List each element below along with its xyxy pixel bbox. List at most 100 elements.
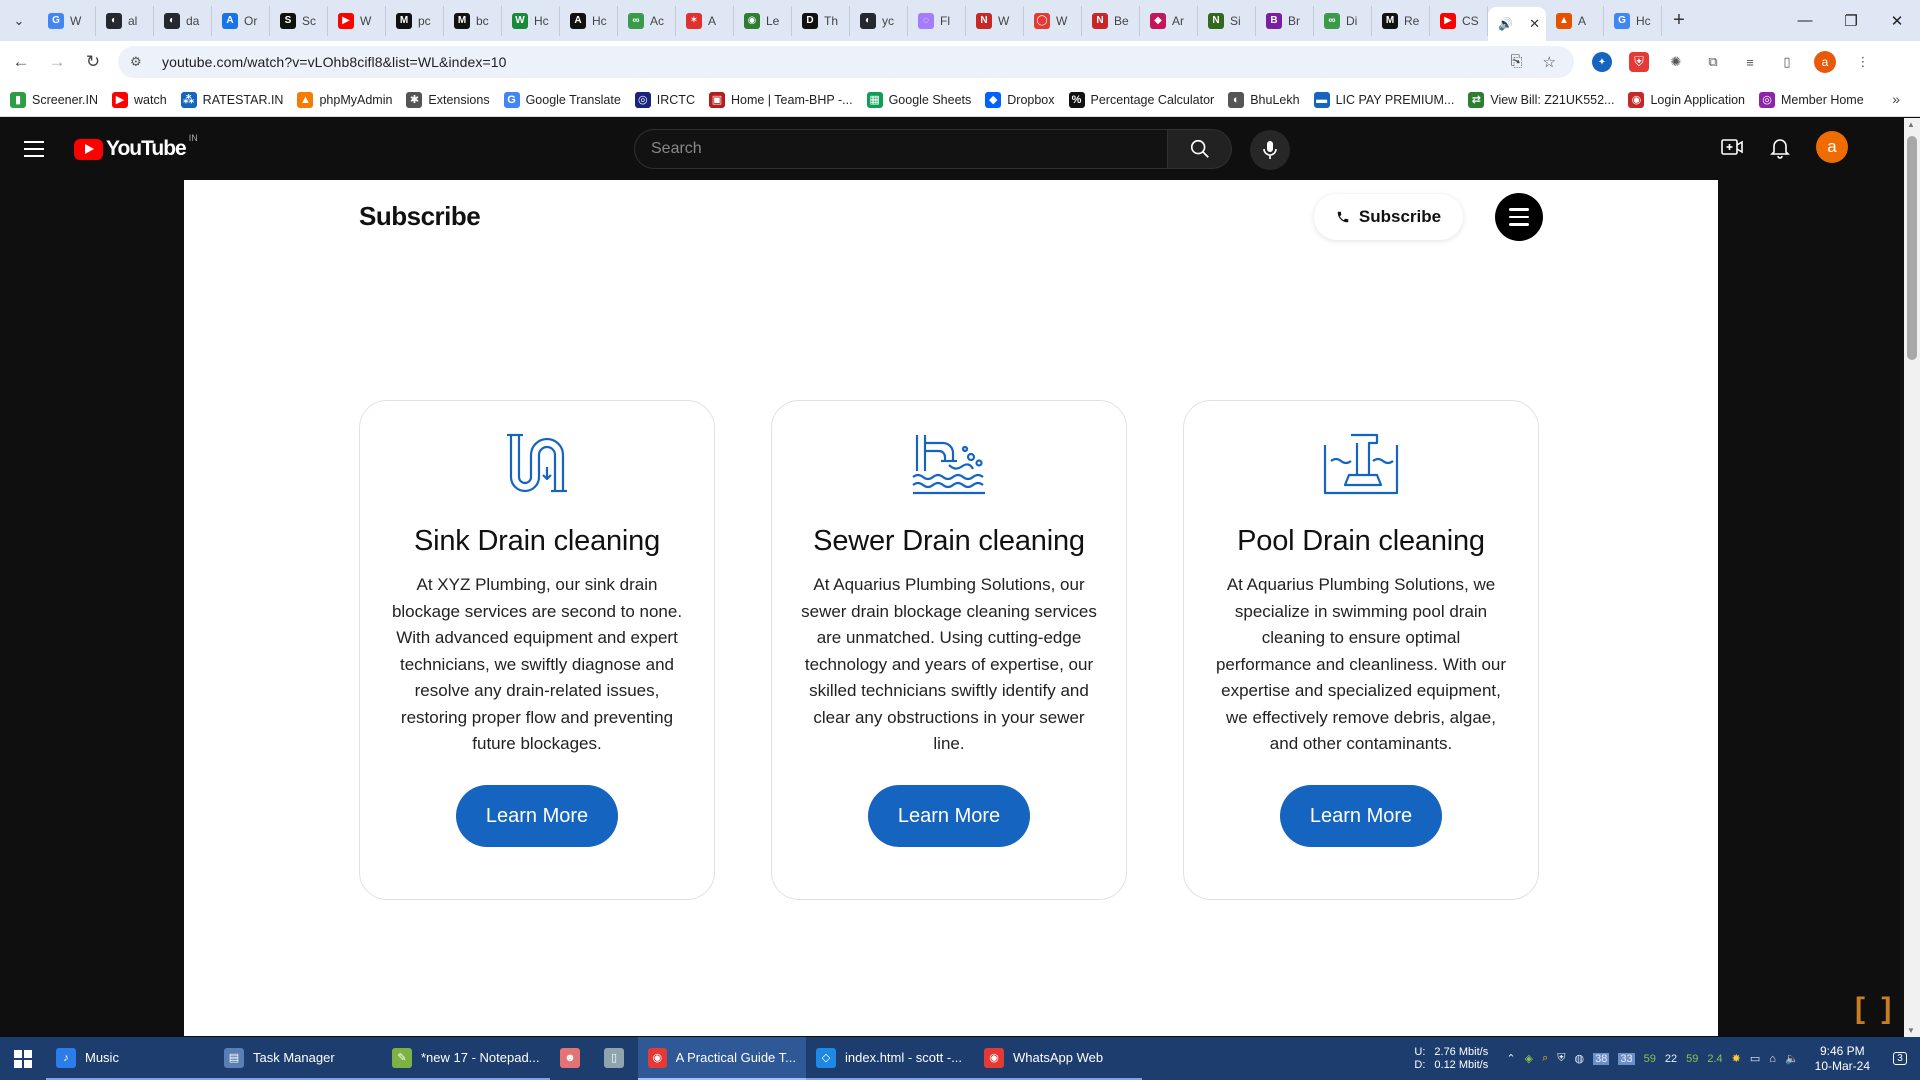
address-bar[interactable]: ⚙ youtube.com/watch?v=vLOhb8cifl8&list=W… [118,46,1574,78]
browser-tab[interactable]: W Hc [502,5,560,36]
bookmark-item[interactable]: G Google Translate [503,91,621,108]
browser-tab[interactable]: D Th [792,5,850,36]
battery-icon[interactable]: ▭ [1750,1052,1760,1065]
browser-tab[interactable]: ∞ Ac [618,5,676,36]
close-window-button[interactable]: ✕ [1874,0,1920,41]
browser-tab[interactable]: S Sc [270,5,328,36]
taskbar-app[interactable]: ☻ [550,1037,594,1080]
tray-globe-icon[interactable]: ◍ [1575,1052,1585,1065]
search-button[interactable] [1168,129,1232,169]
install-app-icon[interactable]: ⎘ [1511,53,1523,71]
browser-tab[interactable]: NW [966,5,1024,36]
browser-tab[interactable]: G Hc [1604,5,1662,36]
tray-search-icon[interactable]: ⌕ [1542,1052,1548,1065]
browser-tab[interactable]: Mbc [444,5,502,36]
browser-tab[interactable]: ◐ al [96,5,154,36]
browser-tab-active[interactable]: 🔊 ✕ [1488,7,1546,41]
restore-button[interactable]: ❐ [1828,0,1874,41]
site-subscribe-button[interactable]: Subscribe [1314,194,1463,240]
tab-search-chevron-icon[interactable]: ⌄ [0,0,38,41]
bookmark-item[interactable]: ◐ BhuLekh [1228,91,1300,108]
audio-playing-icon[interactable]: 🔊 [1498,17,1513,31]
taskbar-app[interactable]: ▤ Task Manager [214,1037,382,1080]
bookmark-item[interactable]: ⁂ RATESTAR.IN [180,91,283,108]
tray-shield-icon[interactable]: ⛨ [1557,1052,1565,1065]
bookmark-item[interactable]: ▣ Home | Team-BHP -... [708,91,853,108]
tray-app-icon[interactable]: ◈ [1525,1052,1533,1065]
browser-tab[interactable]: A Hc [560,5,618,36]
browser-tab[interactable]: ◯ W [1024,5,1082,36]
taskbar-app[interactable]: ◉ A Practical Guide T... [638,1037,806,1080]
learn-more-button[interactable]: Learn More [1280,784,1442,847]
bookmark-item[interactable]: ▲ phpMyAdmin [297,91,392,108]
video-player[interactable]: Subscribe Subscribe Sink Drain cleaning … [184,180,1718,1036]
extension-icon[interactable]: ✦ [1592,52,1612,72]
bookmark-item[interactable]: ◆ Dropbox [985,91,1055,108]
learn-more-button[interactable]: Learn More [868,784,1030,847]
browser-tab[interactable]: M Re [1372,5,1430,36]
puzzle-icon[interactable]: ⧉ [1703,52,1723,72]
browser-menu-icon[interactable]: ⋮ [1853,52,1873,72]
bookmark-star-icon[interactable]: ☆ [1543,53,1556,71]
browser-tab[interactable]: N Si [1198,5,1256,36]
browser-tab[interactable]: N Be [1082,5,1140,36]
fullscreen-bracket-icon[interactable]: [ ] [1855,992,1895,1026]
browser-tab[interactable]: ◉ Le [734,5,792,36]
show-hidden-icons-chevron-icon[interactable]: ⌃ [1506,1052,1515,1065]
bookmark-item[interactable]: ▦ Google Sheets [866,91,971,108]
notifications-bell-icon[interactable] [1768,135,1792,159]
bookmark-item[interactable]: ◉ Login Application [1628,91,1745,108]
taskbar-app[interactable]: ♪ Music [46,1037,214,1080]
youtube-logo[interactable]: YouTube IN [74,133,198,161]
browser-tab[interactable]: ∞ Di [1314,5,1372,36]
bookmark-item[interactable]: % Percentage Calculator [1068,91,1214,108]
bookmark-item[interactable]: ▬ LIC PAY PREMIUM... [1313,91,1454,108]
taskbar-app[interactable]: ▯ [594,1037,638,1080]
taskbar-app[interactable]: ✎ *new 17 - Notepad... [382,1037,550,1080]
search-input[interactable]: Search [634,129,1169,169]
tray-app-38-icon[interactable]: 38 [1593,1052,1610,1065]
windows-start-button[interactable] [0,1037,46,1080]
bookmark-item[interactable]: ✱ Extensions [406,91,490,108]
browser-tab[interactable]: A Or [212,5,270,36]
bookmark-item[interactable]: ⇄ View Bill: Z21UK552... [1468,91,1614,108]
volume-icon[interactable]: 🔈 [1785,1052,1799,1065]
scroll-up-arrow-icon[interactable]: ▲ [1907,120,1915,129]
tray-colorful-icon[interactable]: ✸ [1732,1052,1741,1065]
network-icon[interactable]: ⌂ [1769,1053,1776,1065]
hamburger-menu-icon[interactable] [24,137,48,161]
media-control-icon[interactable]: ≡ [1740,52,1760,72]
bug-extension-icon[interactable]: ✺ [1666,52,1686,72]
page-scrollbar[interactable]: ▲ ▼ [1904,118,1920,1037]
more-bookmarks-chevron-icon[interactable]: » [1892,91,1900,107]
learn-more-button[interactable]: Learn More [456,784,618,847]
scroll-down-arrow-icon[interactable]: ▼ [1907,1026,1915,1035]
profile-avatar[interactable]: a [1814,51,1836,73]
bookmark-item[interactable]: ◎ IRCTC [634,91,695,108]
taskbar-app[interactable]: ◉ WhatsApp Web [974,1037,1142,1080]
notification-center-icon[interactable]: 3 [1880,1052,1920,1065]
browser-tab[interactable]: ◐ yc [850,5,908,36]
site-info-icon[interactable]: ⚙ [130,54,150,70]
browser-tab[interactable]: B Br [1256,5,1314,36]
new-tab-button[interactable]: + [1662,9,1696,32]
taskbar-app[interactable]: ◇ index.html - scott -... [806,1037,974,1080]
bookmark-item[interactable]: ▮ Screener.IN [10,91,98,108]
browser-tab[interactable]: ▶ W [328,5,386,36]
browser-tab[interactable]: ✶ A [676,5,734,36]
scroll-thumb[interactable] [1907,136,1917,360]
url-text[interactable]: youtube.com/watch?v=vLOhb8cifl8&list=WL&… [162,54,507,70]
bookmark-item[interactable]: ◎ Member Home [1759,91,1864,108]
browser-tab[interactable]: Mpc [386,5,444,36]
forward-icon[interactable]: → [42,47,72,77]
reload-icon[interactable]: ↻ [78,47,108,77]
browser-tab[interactable]: ◌ Fl [908,5,966,36]
browser-tab[interactable]: GW [38,5,96,36]
browser-tab[interactable]: ▶ CS [1430,5,1488,36]
browser-tab[interactable]: ◐ da [154,5,212,36]
side-panel-icon[interactable]: ▯ [1777,52,1797,72]
account-avatar[interactable]: a [1816,131,1848,163]
browser-tab[interactable]: ▲ A [1546,5,1604,36]
create-video-icon[interactable] [1720,135,1744,159]
shield-extension-icon[interactable]: ⛨ [1629,52,1649,72]
